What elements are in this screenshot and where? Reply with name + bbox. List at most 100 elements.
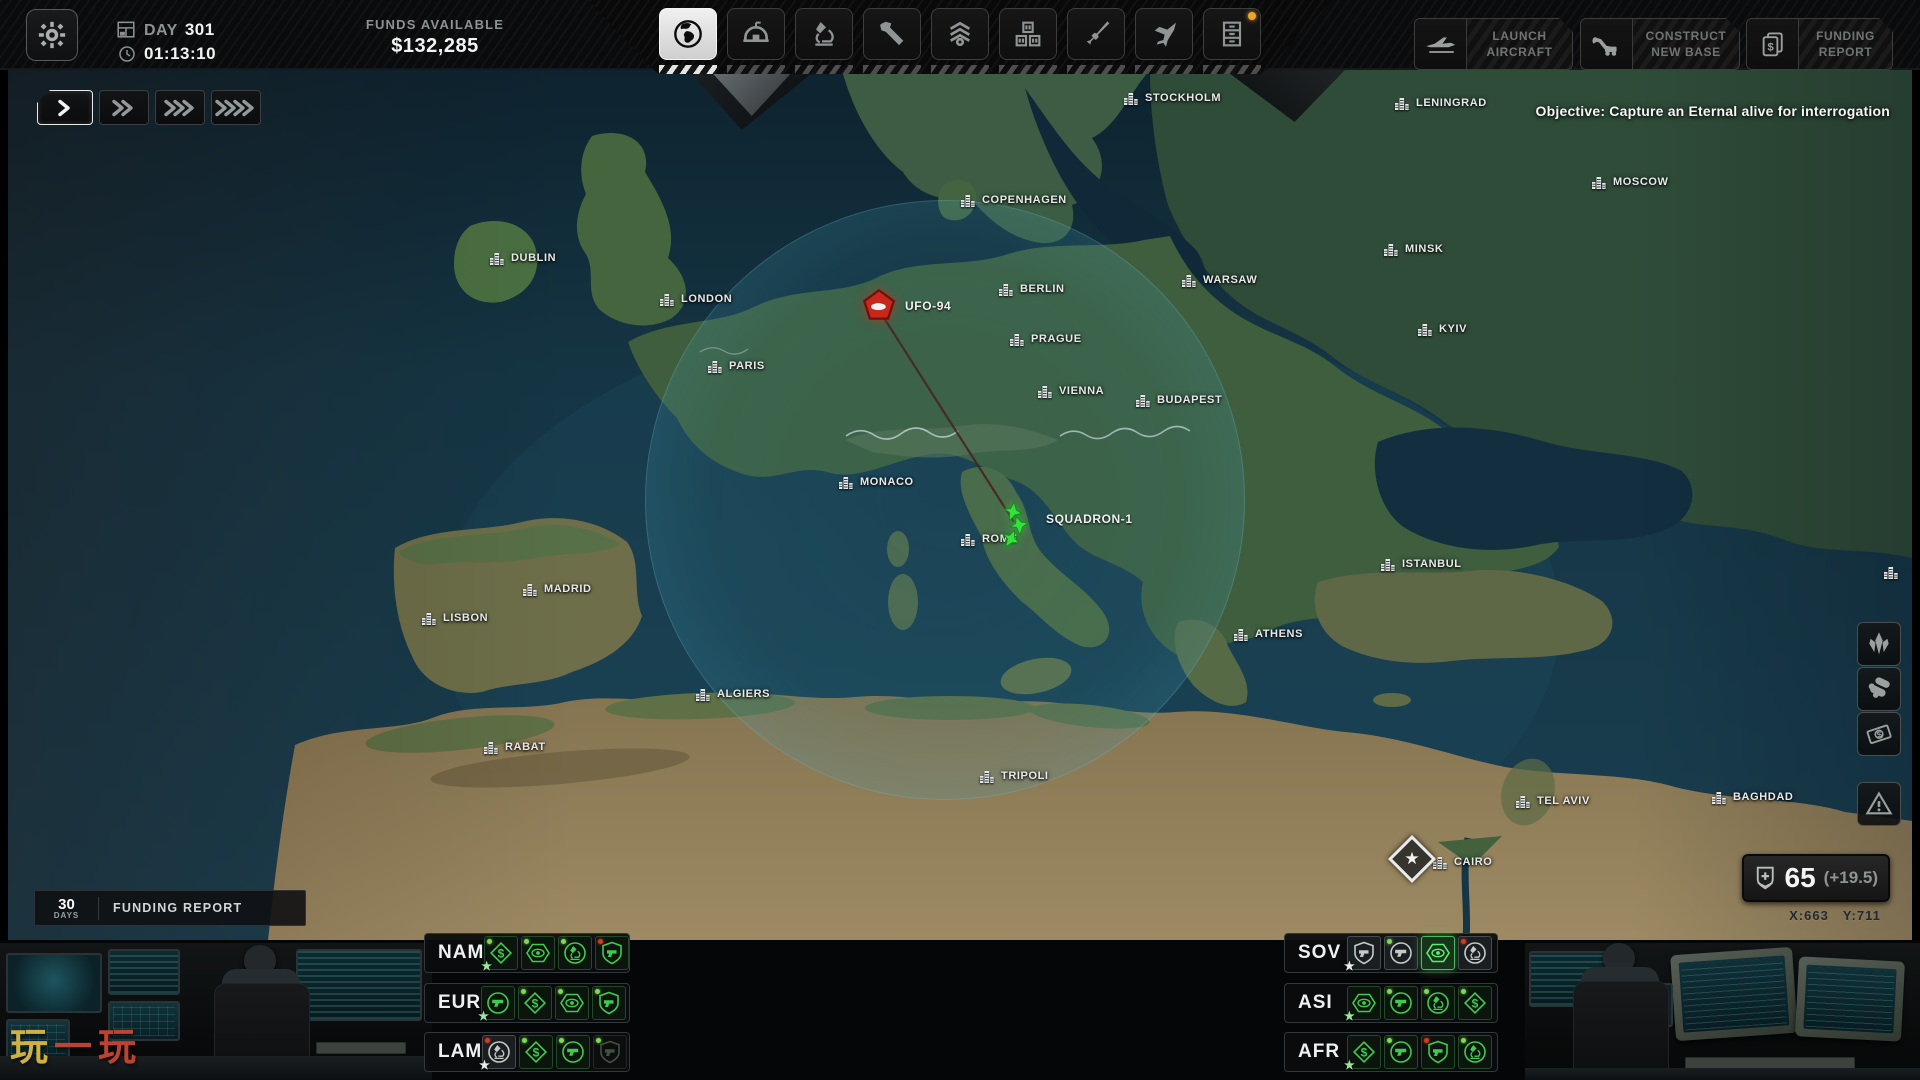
geoscape-screen: Objective: Capture an Eternal alive for … (0, 0, 1920, 1080)
tab-personnel[interactable] (931, 8, 989, 74)
base-star-icon: ★ (1404, 849, 1420, 868)
city-label-athens: ATHENS (1234, 627, 1303, 641)
settings-button[interactable] (26, 9, 78, 61)
map-tool-crystals-button[interactable] (1857, 622, 1901, 666)
city-label-warsaw: WARSAW (1182, 273, 1257, 287)
city-label-rabat: RABAT (484, 740, 546, 754)
time-speed-2-button[interactable] (99, 90, 149, 125)
squadron-jets-icon (1001, 501, 1029, 548)
notification-dot (1248, 12, 1256, 20)
city-label-prague: PRAGUE (1010, 332, 1082, 346)
notification-days: 30 DAYS (35, 896, 99, 920)
city-label-vienna: VIENNA (1038, 384, 1104, 398)
svg-text:$: $ (1361, 1046, 1368, 1060)
status-tile-funding: $ ★ (1344, 1035, 1381, 1072)
star-icon: ★ (1344, 959, 1355, 973)
svg-text:$: $ (533, 1046, 540, 1060)
region-row-eur[interactable]: EUR ★ $ (424, 982, 630, 1023)
intel-icon (526, 943, 551, 963)
city-buildings-icon (696, 689, 710, 701)
funding-icon: $ (525, 1040, 548, 1064)
region-row-lam[interactable]: LAM ★ $ (424, 1032, 630, 1072)
weapons-icon (562, 1041, 584, 1063)
time-speed-1-button[interactable] (37, 90, 93, 125)
tab-archive[interactable] (1203, 8, 1261, 74)
intel-icon (1426, 943, 1450, 963)
city-buildings-icon (1592, 177, 1606, 189)
city-buildings-icon (999, 284, 1013, 296)
chevron-icon (57, 99, 70, 116)
funds-label: FUNDS AVAILABLE (365, 17, 505, 32)
construct-new-base-button[interactable]: CONSTRUCT NEW BASE (1580, 18, 1740, 70)
calendar-icon (117, 21, 135, 38)
status-dot-green (1424, 988, 1429, 994)
svg-text:$: $ (532, 996, 539, 1010)
region-status-tiles: ★ (1344, 936, 1492, 973)
time-speed-4-button[interactable] (211, 90, 261, 125)
star-icon: ★ (1344, 1058, 1355, 1072)
defense-icon (602, 941, 623, 965)
status-tile-defense (1421, 1035, 1455, 1069)
ufo-icon (862, 288, 896, 320)
tab-base[interactable] (727, 8, 785, 74)
tab-geoscape[interactable] (659, 8, 717, 74)
aircraft-icon (1154, 22, 1176, 47)
city-label-monaco: MONACO (839, 475, 914, 489)
tab-research[interactable] (795, 8, 853, 74)
armory-icon (1086, 21, 1110, 45)
status-tile-research (558, 936, 593, 970)
city-label-moscow: MOSCOW (1592, 175, 1669, 189)
city-buildings-icon (1395, 98, 1409, 110)
city-label-cairo: CAIRO (1433, 855, 1492, 869)
tab-engineering[interactable] (863, 8, 921, 74)
weapons-icon (1390, 942, 1412, 964)
status-tile-weapons (1384, 985, 1418, 1020)
map-tool-alloys-button[interactable] (1857, 667, 1901, 711)
notification-label: FUNDING REPORT (113, 901, 243, 915)
research-icon (1464, 1041, 1486, 1063)
city-buildings-icon (839, 477, 853, 489)
launch-aircraft-button[interactable]: LAUNCH AIRCRAFT (1414, 18, 1573, 70)
world-map[interactable]: Objective: Capture an Eternal alive for … (8, 70, 1912, 940)
map-tool-alerts-button[interactable] (1857, 782, 1901, 826)
city-buildings-icon (961, 195, 975, 207)
city-buildings-icon (1381, 559, 1395, 571)
region-code-label: EUR (438, 991, 482, 1013)
tab-stores[interactable] (999, 8, 1057, 74)
score-delta: (+19.5) (1823, 868, 1878, 887)
region-row-afr[interactable]: AFR $ ★ (1284, 1032, 1498, 1072)
status-tile-defense: ★ (1344, 936, 1381, 973)
status-tile-funding: $ (518, 985, 553, 1020)
top-bar: DAY 301 01:13:10 FUNDS AVAILABLE $132,285… (0, 0, 1920, 74)
city-buildings-icon (1010, 334, 1024, 346)
region-row-asi[interactable]: ASI ★ $ (1284, 982, 1498, 1023)
score-badge: 65 (+19.5) (1742, 854, 1890, 902)
status-dot-green (1387, 1038, 1392, 1043)
status-tile-funding: $ (1458, 985, 1492, 1020)
city-label-leningrad: LENINGRAD (1395, 96, 1487, 110)
region-row-sov[interactable]: SOV ★ (1284, 933, 1498, 973)
cursor-coordinates: X:663 Y:711 (1770, 908, 1900, 923)
tab-aircraft[interactable] (1135, 8, 1193, 74)
region-code-label: LAM (438, 1041, 483, 1062)
weapons-icon (1390, 991, 1412, 1014)
city-buildings-icon (1136, 395, 1150, 407)
status-dot-red (1461, 939, 1466, 944)
region-code-label: AFR (1298, 1041, 1341, 1062)
region-row-nam[interactable]: NAM $ ★ (424, 933, 630, 973)
ufo-marker[interactable] (862, 288, 896, 322)
city-label-lisbon: LISBON (422, 611, 488, 625)
construct-new-base-label: CONSTRUCT NEW BASE (1633, 19, 1739, 69)
map-tool-funds-button[interactable]: $ (1857, 712, 1901, 756)
city-label-london: LONDON (660, 292, 732, 306)
funding-report-notification[interactable]: 30 DAYS FUNDING REPORT (34, 890, 306, 926)
squadron-marker[interactable] (998, 500, 1038, 556)
tab-armory[interactable] (1067, 8, 1125, 74)
city-label (1884, 565, 1900, 579)
funds-value: $132,285 (391, 35, 479, 57)
coord-y: Y:711 (1842, 908, 1881, 923)
funding-report-button[interactable]: $ FUNDING REPORT (1746, 18, 1893, 70)
time-speed-3-button[interactable] (155, 90, 205, 125)
region-status-tiles: ★ $ (479, 1035, 628, 1072)
operator-console-right-image (1525, 943, 1920, 1080)
